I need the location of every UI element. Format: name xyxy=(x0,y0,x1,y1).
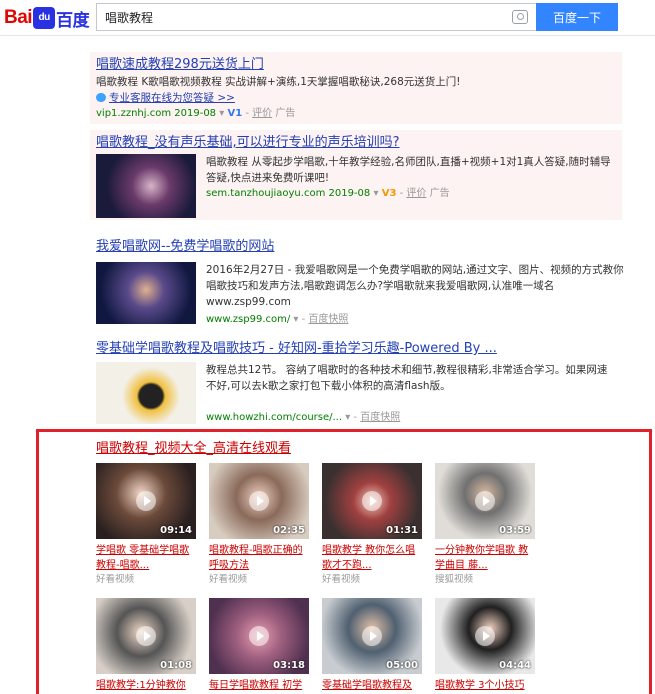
result-thumbnail-3[interactable] xyxy=(96,262,196,324)
video-duration: 01:31 xyxy=(386,525,418,536)
play-icon[interactable] xyxy=(249,626,269,646)
video-duration: 09:14 xyxy=(160,525,192,536)
play-icon[interactable] xyxy=(475,491,495,511)
play-icon[interactable] xyxy=(362,491,382,511)
video-title[interactable]: 每日学唱歌教程 初学 xyxy=(209,678,309,693)
camera-icon[interactable] xyxy=(512,10,528,24)
result-desc-3: 2016年2月27日 - 我爱唱歌网是一个免费学唱歌的网站,通过文字、图片、视频… xyxy=(206,264,624,308)
v3-badge[interactable]: V3 xyxy=(382,188,397,199)
video-thumbnail[interactable]: 04:44 xyxy=(435,598,535,674)
organic-result-3: 我爱唱歌网--免费学唱歌的网站 2016年2月27日 - 我爱唱歌网是一个免费学… xyxy=(96,238,626,328)
video-duration: 02:35 xyxy=(273,525,305,536)
video-thumbnail[interactable]: 03:59 xyxy=(435,463,535,539)
comment-link[interactable]: 评价 xyxy=(252,108,272,119)
video-thumbnail[interactable]: 02:35 xyxy=(209,463,309,539)
cache-link[interactable]: 百度快照 xyxy=(360,412,400,423)
search-button[interactable]: 百度一下 xyxy=(536,3,618,31)
video-card[interactable]: 02:35 唱歌教程-唱歌正确的呼吸方法 好看视频 xyxy=(209,463,309,586)
video-title[interactable]: 唱歌教学 3个小技巧 xyxy=(435,678,535,693)
play-icon[interactable] xyxy=(136,626,156,646)
result-meta-4: www.howzhi.com/course/... ▾ - 百度快照 xyxy=(206,412,401,423)
comment-link[interactable]: 评价 xyxy=(406,188,426,199)
video-duration: 04:44 xyxy=(499,660,531,671)
video-card[interactable]: 03:59 一分钟教你学唱歌 教学曲目 藤... 搜狐视频 xyxy=(435,463,535,586)
video-card[interactable]: 03:18 每日学唱歌教程 初学 xyxy=(209,598,309,693)
result-meta-2: sem.tanzhoujiaoyu.com 2019-08 ▾ V3 - 评价 … xyxy=(206,188,450,199)
video-thumbnail[interactable]: 03:18 xyxy=(209,598,309,674)
result-meta-1: vip1.zznhj.com 2019-08 ▾ V1 - 评价 广告 xyxy=(96,108,296,119)
result-thumbnail-4[interactable] xyxy=(96,362,196,424)
result-thumbnail-2[interactable] xyxy=(96,154,196,218)
video-thumbnail[interactable]: 01:31 xyxy=(322,463,422,539)
search-box xyxy=(96,3,536,31)
video-duration: 03:59 xyxy=(499,525,531,536)
video-duration: 01:08 xyxy=(160,660,192,671)
video-title[interactable]: 唱歌教学:1分钟教你 xyxy=(96,678,196,693)
ad-result-2: 唱歌教程_没有声乐基础,可以进行专业的声乐培训吗? 唱歌教程 从零起步学唱歌,十… xyxy=(90,130,622,220)
result-title-4[interactable]: 零基础学唱歌教程及唱歌技巧 - 好知网-重拾学习乐趣-Powered By ..… xyxy=(96,340,626,358)
video-thumbnail[interactable]: 05:00 xyxy=(322,598,422,674)
baidu-logo[interactable]: Bai du 百度 xyxy=(4,5,90,31)
video-thumbnail[interactable]: 01:08 xyxy=(96,598,196,674)
video-card[interactable]: 01:31 唱歌教学 教你怎么唱歌才不跑... 好看视频 xyxy=(322,463,422,586)
result-meta-3: www.zsp99.com/ ▾ - 百度快照 xyxy=(206,314,349,325)
video-title[interactable]: 零基础学唱歌教程及 xyxy=(322,678,422,693)
search-input[interactable] xyxy=(97,4,497,30)
play-icon[interactable] xyxy=(362,626,382,646)
v1-badge[interactable]: V1 xyxy=(227,108,242,119)
video-title[interactable]: 学唱歌 零基础学唱歌教程-唱歌... xyxy=(96,543,196,573)
result-title-1[interactable]: 唱歌速成教程298元送货上门 xyxy=(96,56,616,74)
video-source: 好看视频 xyxy=(209,574,248,585)
video-card[interactable]: 04:44 唱歌教学 3个小技巧 xyxy=(435,598,535,693)
video-title[interactable]: 唱歌教程-唱歌正确的呼吸方法 xyxy=(209,543,309,573)
chat-icon xyxy=(96,93,106,102)
video-duration: 05:00 xyxy=(386,660,418,671)
video-card[interactable]: 09:14 学唱歌 零基础学唱歌教程-唱歌... 好看视频 xyxy=(96,463,196,586)
organic-result-4: 零基础学唱歌教程及唱歌技巧 - 好知网-重拾学习乐趣-Powered By ..… xyxy=(96,340,626,426)
cache-link[interactable]: 百度快照 xyxy=(308,314,348,325)
video-title[interactable]: 唱歌教学 教你怎么唱歌才不跑... xyxy=(322,543,422,573)
result-title-2[interactable]: 唱歌教程_没有声乐基础,可以进行专业的声乐培训吗? xyxy=(96,134,616,152)
result-desc-4: 教程总共12节。 容纳了唱歌时的各种技术和细节,教程很精彩,非常适合学习。如果网… xyxy=(206,364,608,392)
video-duration: 03:18 xyxy=(273,660,305,671)
play-icon[interactable] xyxy=(475,626,495,646)
paw-icon: du xyxy=(33,7,56,29)
result-desc-1: 唱歌教程 K歌唱歌视频教程 实战讲解+演练,1天掌握唱歌秘诀,268元送货上门! xyxy=(96,76,461,88)
consult-link[interactable]: 专业客服在线为您答疑 >> xyxy=(96,90,616,106)
video-source: 好看视频 xyxy=(96,574,135,585)
video-source: 搜狐视频 xyxy=(435,574,474,585)
video-card[interactable]: 05:00 零基础学唱歌教程及 xyxy=(322,598,422,693)
video-card[interactable]: 01:08 唱歌教学:1分钟教你 xyxy=(96,598,196,693)
search-header: Bai du 百度 百度一下 xyxy=(0,0,655,36)
result-title-3[interactable]: 我爱唱歌网--免费学唱歌的网站 xyxy=(96,238,626,256)
video-thumbnail[interactable]: 09:14 xyxy=(96,463,196,539)
play-icon[interactable] xyxy=(136,491,156,511)
video-section: 唱歌教程_视频大全_高清在线观看 09:14 学唱歌 零基础学唱歌教程-唱歌..… xyxy=(36,429,652,694)
play-icon[interactable] xyxy=(249,491,269,511)
video-source: 好看视频 xyxy=(322,574,361,585)
result-desc-2: 唱歌教程 从零起步学唱歌,十年教学经验,名师团队,直播+视频+1对1真人答疑,随… xyxy=(206,156,611,184)
video-title[interactable]: 一分钟教你学唱歌 教学曲目 藤... xyxy=(435,543,535,573)
video-section-title[interactable]: 唱歌教程_视频大全_高清在线观看 xyxy=(96,440,291,458)
ad-result-1: 唱歌速成教程298元送货上门 唱歌教程 K歌唱歌视频教程 实战讲解+演练,1天掌… xyxy=(90,52,622,124)
